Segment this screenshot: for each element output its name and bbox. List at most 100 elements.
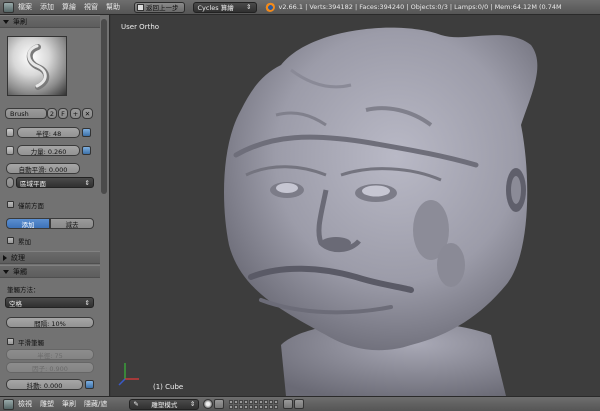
sculpt-brush-icon: ✎: [133, 400, 139, 408]
stroke-method-value: 空格: [9, 299, 22, 308]
brush-preview-image: [26, 44, 50, 90]
3d-viewport[interactable]: User Ortho (1) Cube: [111, 15, 600, 396]
render-engine-label: Cycles 算繪: [197, 4, 234, 12]
fake-user-button[interactable]: F: [58, 108, 68, 119]
autosmooth-value: 自動平滑: 0.000: [18, 165, 68, 174]
pivot-point-icon[interactable]: [214, 399, 225, 409]
menu-hide-mask[interactable]: 隱藏/遮: [84, 399, 107, 409]
menu-view[interactable]: 檢視: [18, 399, 32, 409]
add-brush-button[interactable]: +: [70, 108, 81, 119]
brush-users-count: 2: [47, 108, 57, 119]
menu-add[interactable]: 添加: [40, 2, 54, 12]
strength-value: 力量: 0.260: [30, 147, 67, 156]
mode-dropdown[interactable]: ✎ 雕塑模式 ⇕: [129, 398, 200, 410]
texture-panel-title: 紋理: [11, 253, 25, 262]
layer-icon[interactable]: [269, 404, 274, 409]
smooth-radius-value: 半徑: 75: [37, 351, 63, 360]
layer-icon[interactable]: [259, 399, 264, 404]
layer-icon[interactable]: [229, 399, 234, 404]
smooth-factor-value: 因子: 0.900: [32, 364, 68, 373]
layer-icon[interactable]: [274, 404, 279, 409]
jitter-value: 抖動: 0.000: [26, 381, 63, 390]
tool-shelf-scrollbar[interactable]: [101, 19, 107, 194]
editor-type-icon[interactable]: [3, 1, 14, 13]
layer-icon[interactable]: [249, 399, 254, 404]
viewport-shading-icon[interactable]: [203, 399, 214, 409]
remove-brush-button[interactable]: ✕: [82, 108, 93, 119]
jitter-pressure-icon[interactable]: [85, 380, 94, 389]
fake-user-label: F: [61, 109, 65, 118]
layer-icon[interactable]: [249, 404, 254, 409]
layer-icon[interactable]: [259, 404, 264, 409]
menu-brush[interactable]: 筆刷: [62, 399, 76, 409]
autosmooth-slider[interactable]: 自動平滑: 0.000: [6, 163, 80, 174]
layer-icon[interactable]: [264, 404, 269, 409]
render-engine-dropdown[interactable]: Cycles 算繪 ⇕: [192, 1, 257, 13]
sculpt-plane-icon: [6, 177, 14, 188]
brush-panel-header[interactable]: 筆刷: [0, 15, 100, 28]
layer-icon[interactable]: [229, 404, 234, 409]
stroke-panel-title: 筆觸: [13, 267, 27, 276]
layer-icon[interactable]: [244, 399, 249, 404]
view-name-label: User Ortho: [121, 23, 160, 31]
sculpt-plane-dropdown[interactable]: 區域平面 ⇕: [16, 177, 94, 188]
brush-preview-thumbnail[interactable]: [7, 36, 67, 96]
smooth-radius-slider[interactable]: 半徑: 75: [6, 349, 94, 360]
layer-buttons[interactable]: [229, 399, 279, 409]
menu-window[interactable]: 視窗: [84, 2, 98, 12]
dropdown-arrows-icon: ⇕: [246, 3, 252, 11]
dropdown-arrows-icon: ⇕: [84, 298, 90, 307]
smooth-stroke-checkbox[interactable]: [7, 338, 14, 345]
sculpted-head-model: [118, 27, 538, 396]
menu-render[interactable]: 算繪: [62, 2, 76, 12]
camera-icon[interactable]: [294, 399, 305, 409]
layer-icon[interactable]: [239, 404, 244, 409]
collapse-triangle-icon: [3, 269, 9, 274]
radius-pressure-icon[interactable]: [82, 128, 91, 137]
add-label: 添加: [21, 220, 35, 229]
add-direction-button[interactable]: 添加: [6, 218, 50, 229]
render-preview-icon[interactable]: [283, 399, 294, 409]
layer-icon[interactable]: [264, 399, 269, 404]
layer-icon[interactable]: [274, 399, 279, 404]
brush-name-field[interactable]: Brush: [5, 108, 47, 119]
layer-icon[interactable]: [234, 404, 239, 409]
screen-layout-icon: [137, 3, 144, 11]
strength-pressure-icon[interactable]: [82, 146, 91, 155]
menu-sculpt[interactable]: 雕塑: [40, 399, 54, 409]
layer-icon[interactable]: [234, 399, 239, 404]
layer-icon[interactable]: [269, 399, 274, 404]
texture-panel-header[interactable]: 紋理: [0, 251, 100, 264]
spacing-value: 間隔: 10%: [34, 319, 66, 328]
editor-type-icon[interactable]: [3, 398, 14, 410]
layer-icon[interactable]: [254, 399, 259, 404]
layer-icon[interactable]: [239, 399, 244, 404]
front-faces-checkbox[interactable]: [7, 201, 14, 208]
menu-file[interactable]: 檔案: [18, 2, 32, 12]
top-menu-bar: 檔案 添加 算繪 視窗 幫助 返回上一步 Cycles 算繪 ⇕ v2.66.1…: [0, 0, 600, 15]
collapse-triangle-icon: [3, 19, 9, 24]
subtract-label: 減去: [65, 220, 79, 229]
accumulate-label: 累加: [18, 238, 31, 246]
spacing-slider[interactable]: 間隔: 10%: [6, 317, 94, 328]
jitter-slider[interactable]: 抖動: 0.000: [6, 379, 83, 390]
subtract-direction-button[interactable]: 減去: [50, 218, 94, 229]
smooth-factor-slider[interactable]: 因子: 0.900: [6, 362, 94, 373]
bottom-header-bar: 檢視 雕塑 筆刷 隱藏/遮 ✎ 雕塑模式 ⇕: [0, 396, 600, 411]
accumulate-checkbox[interactable]: [7, 237, 14, 244]
stroke-panel-header[interactable]: 筆觸: [0, 265, 100, 278]
layer-icon[interactable]: [244, 404, 249, 409]
axis-gizmo: [118, 363, 139, 386]
stroke-method-dropdown[interactable]: 空格 ⇕: [5, 297, 94, 308]
tool-shelf: 筆刷 Brush 2 F + ✕ 半徑: 48 力量: 0.260 自動平滑: …: [0, 15, 110, 396]
undo-button[interactable]: 返回上一步: [134, 1, 185, 13]
menu-help[interactable]: 幫助: [106, 2, 120, 12]
layer-icon[interactable]: [254, 404, 259, 409]
brush-users-label: 2: [49, 109, 55, 118]
stroke-method-label: 筆觸方法：: [7, 286, 40, 294]
sculpt-plane-value: 區域平面: [20, 179, 46, 188]
radius-slider[interactable]: 半徑: 48: [17, 127, 80, 138]
lock-radius-icon[interactable]: [6, 128, 14, 137]
lock-strength-icon[interactable]: [6, 146, 14, 155]
strength-slider[interactable]: 力量: 0.260: [17, 145, 80, 156]
